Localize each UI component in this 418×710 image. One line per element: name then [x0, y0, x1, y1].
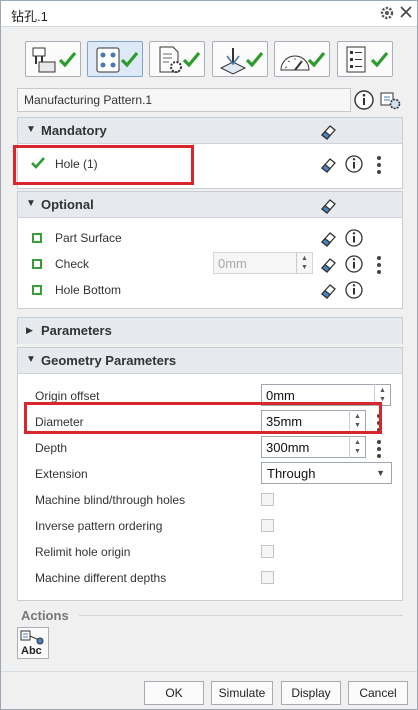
geometry-parameters-header[interactable]: ▼ Geometry Parameters [18, 348, 402, 374]
display-button[interactable]: Display [281, 681, 341, 705]
depth-label: Depth [35, 441, 68, 455]
text-annotation-button[interactable]: Abc [17, 627, 49, 659]
checklist-icon [346, 46, 389, 73]
optional-check-row[interactable]: Check 0mm ▲ ▼ [18, 251, 402, 277]
extension-value: Through [267, 466, 316, 481]
info-icon[interactable] [343, 227, 365, 249]
machine-diff-depths-row: Machine different depths [18, 565, 402, 591]
origin-offset-label: Origin offset [35, 389, 100, 403]
more-options-icon[interactable] [377, 440, 383, 461]
dialog-footer: OK Simulate Display Cancel [1, 671, 417, 709]
relimit-origin-label: Relimit hole origin [35, 545, 131, 559]
chevron-down-icon: ▼ [376, 468, 385, 478]
ok-button[interactable]: OK [144, 681, 204, 705]
extension-row: Extension Through ▼ [18, 461, 402, 487]
more-options-icon[interactable] [377, 256, 383, 277]
depth-input[interactable]: 300mm ▲ ▼ [261, 436, 366, 458]
eraser-icon[interactable] [318, 153, 340, 175]
eraser-icon[interactable] [318, 227, 340, 249]
tab-parameters[interactable] [149, 41, 205, 77]
expand-arrow-icon: ▶ [26, 325, 33, 335]
eraser-icon[interactable] [318, 253, 340, 275]
info-icon[interactable] [343, 153, 365, 175]
tab-checklist[interactable] [337, 41, 393, 77]
collapse-arrow-icon: ▼ [26, 124, 36, 135]
inverse-pattern-checkbox[interactable] [261, 519, 274, 532]
optional-status-icon [32, 259, 42, 269]
inverse-pattern-row: Inverse pattern ordering [18, 513, 402, 539]
geometry-parameters-section: ▼ Geometry Parameters Origin offset 0mm … [17, 347, 403, 601]
drill-tool-icon [32, 47, 77, 73]
title-bar: 钻孔.1 [1, 1, 417, 27]
text-annotation-label: Abc [21, 645, 42, 657]
check-offset-value: 0mm [218, 256, 247, 271]
tab-tool[interactable] [87, 41, 143, 77]
actions-divider [79, 615, 403, 616]
tab-feeds-speeds[interactable] [274, 41, 330, 77]
depth-value: 300mm [266, 440, 310, 455]
geometry-parameters-title: Geometry Parameters [41, 353, 177, 368]
optional-header[interactable]: ▼ Optional [18, 192, 402, 218]
extension-label: Extension [35, 467, 88, 481]
hole-bottom-label: Hole Bottom [55, 283, 122, 297]
relimit-origin-row: Relimit hole origin [18, 539, 402, 565]
relimit-origin-checkbox[interactable] [261, 545, 274, 558]
optional-status-icon [32, 233, 42, 243]
machine-blind-row: Machine blind/through holes [18, 487, 402, 513]
optional-hole-bottom-row[interactable]: Hole Bottom [18, 277, 402, 303]
machine-diff-depths-label: Machine different depths [35, 571, 167, 585]
drilling-dialog: 钻孔.1 Manufacturing Pattern.1 ▼ Mandatory… [0, 0, 418, 710]
machine-blind-checkbox[interactable] [261, 493, 274, 506]
collapse-arrow-icon: ▼ [26, 198, 36, 209]
more-options-icon[interactable] [377, 156, 383, 177]
pattern-grid-icon [96, 47, 139, 73]
cancel-button[interactable]: Cancel [348, 681, 408, 705]
simulate-button[interactable]: Simulate [211, 681, 273, 705]
window-title: 钻孔.1 [11, 9, 48, 24]
check-label: Check [55, 257, 90, 271]
info-icon[interactable] [343, 253, 365, 275]
actions-label: Actions [21, 608, 69, 623]
eraser-icon[interactable] [318, 279, 340, 301]
highlight-box-diameter [24, 402, 382, 434]
close-icon[interactable] [399, 5, 413, 22]
collapse-arrow-icon: ▼ [26, 354, 36, 365]
machine-blind-label: Machine blind/through holes [35, 493, 186, 507]
mandatory-title: Mandatory [41, 123, 107, 138]
inverse-pattern-label: Inverse pattern ordering [35, 519, 163, 533]
depth-spinner[interactable]: ▲ ▼ [349, 436, 365, 458]
operation-settings-icon[interactable] [379, 89, 401, 111]
parameters-header[interactable]: ▶ Parameters [18, 318, 402, 344]
extension-select[interactable]: Through ▼ [261, 462, 392, 484]
part-surface-label: Part Surface [55, 231, 122, 245]
optional-section: ▼ Optional Part Surface Check 0mm ▲ ▼ Ho… [17, 191, 403, 309]
parameters-title: Parameters [41, 323, 112, 338]
info-icon[interactable] [353, 89, 375, 111]
document-gear-icon [159, 46, 201, 73]
parameters-section: ▶ Parameters [17, 317, 403, 344]
info-icon[interactable] [343, 279, 365, 301]
depth-row: Depth 300mm ▲ ▼ [18, 435, 402, 461]
eraser-icon[interactable] [318, 120, 340, 142]
gear-icon[interactable] [379, 5, 395, 24]
tab-geometry[interactable] [25, 41, 81, 77]
optional-part-surface-row[interactable]: Part Surface [18, 225, 402, 251]
approach-macro-icon [219, 48, 264, 75]
origin-offset-value: 0mm [266, 388, 295, 403]
optional-status-icon [32, 285, 42, 295]
optional-title: Optional [41, 197, 94, 212]
speedometer-icon [280, 51, 326, 71]
mandatory-header[interactable]: ▼ Mandatory [18, 118, 402, 144]
operation-name-field[interactable]: Manufacturing Pattern.1 [17, 88, 351, 112]
eraser-icon[interactable] [318, 194, 340, 216]
check-offset-input: 0mm ▲ ▼ [213, 252, 313, 274]
tab-strategy[interactable] [212, 41, 268, 77]
highlight-box-hole [13, 145, 194, 185]
machine-diff-depths-checkbox[interactable] [261, 571, 274, 584]
check-offset-spinner: ▲ ▼ [296, 252, 312, 274]
